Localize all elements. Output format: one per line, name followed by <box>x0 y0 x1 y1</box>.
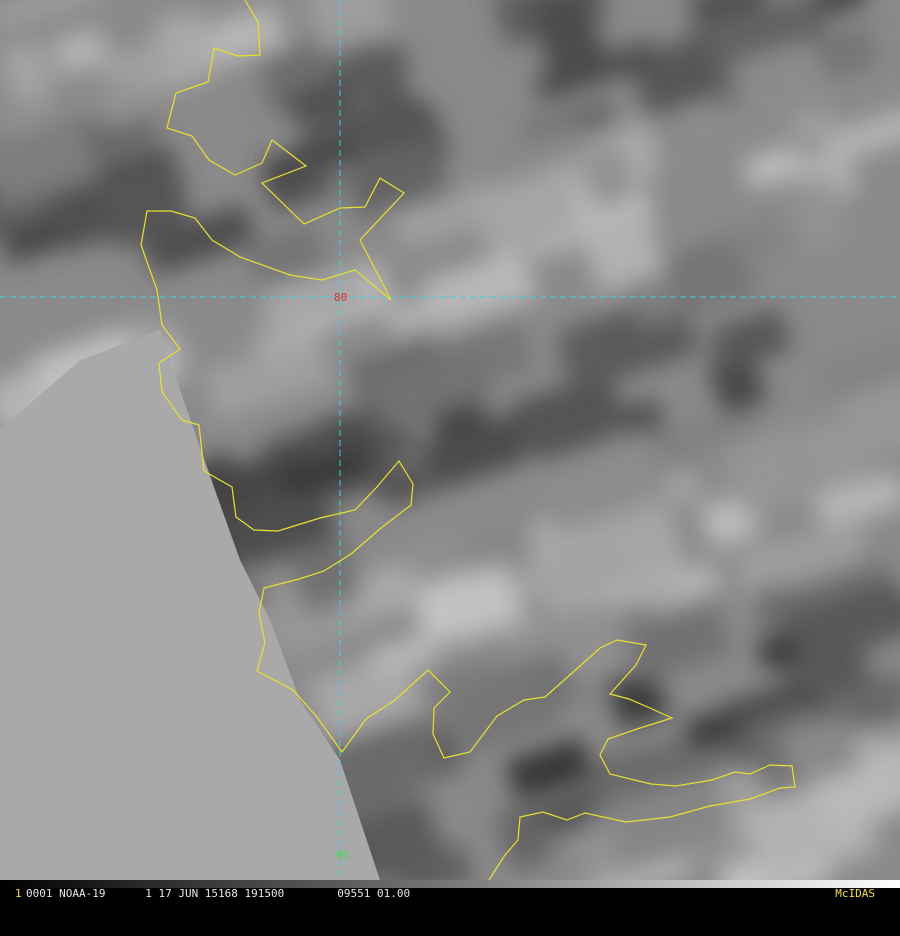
image-info-text: 0001 NOAA-19 1 17 JUN 15168 191500 09551… <box>26 887 411 900</box>
frame-number: 1 <box>15 887 22 900</box>
status-bar: 1 0001 NOAA-19 1 17 JUN 15168 191500 095… <box>0 888 900 900</box>
mcidas-brand: McIDAS <box>835 887 875 900</box>
latitude-label: 80 <box>334 291 347 304</box>
satellite-image[interactable]: 80 95 <box>0 0 900 880</box>
map-canvas: 80 95 <box>0 0 900 880</box>
longitude-label: 95 <box>336 849 349 862</box>
